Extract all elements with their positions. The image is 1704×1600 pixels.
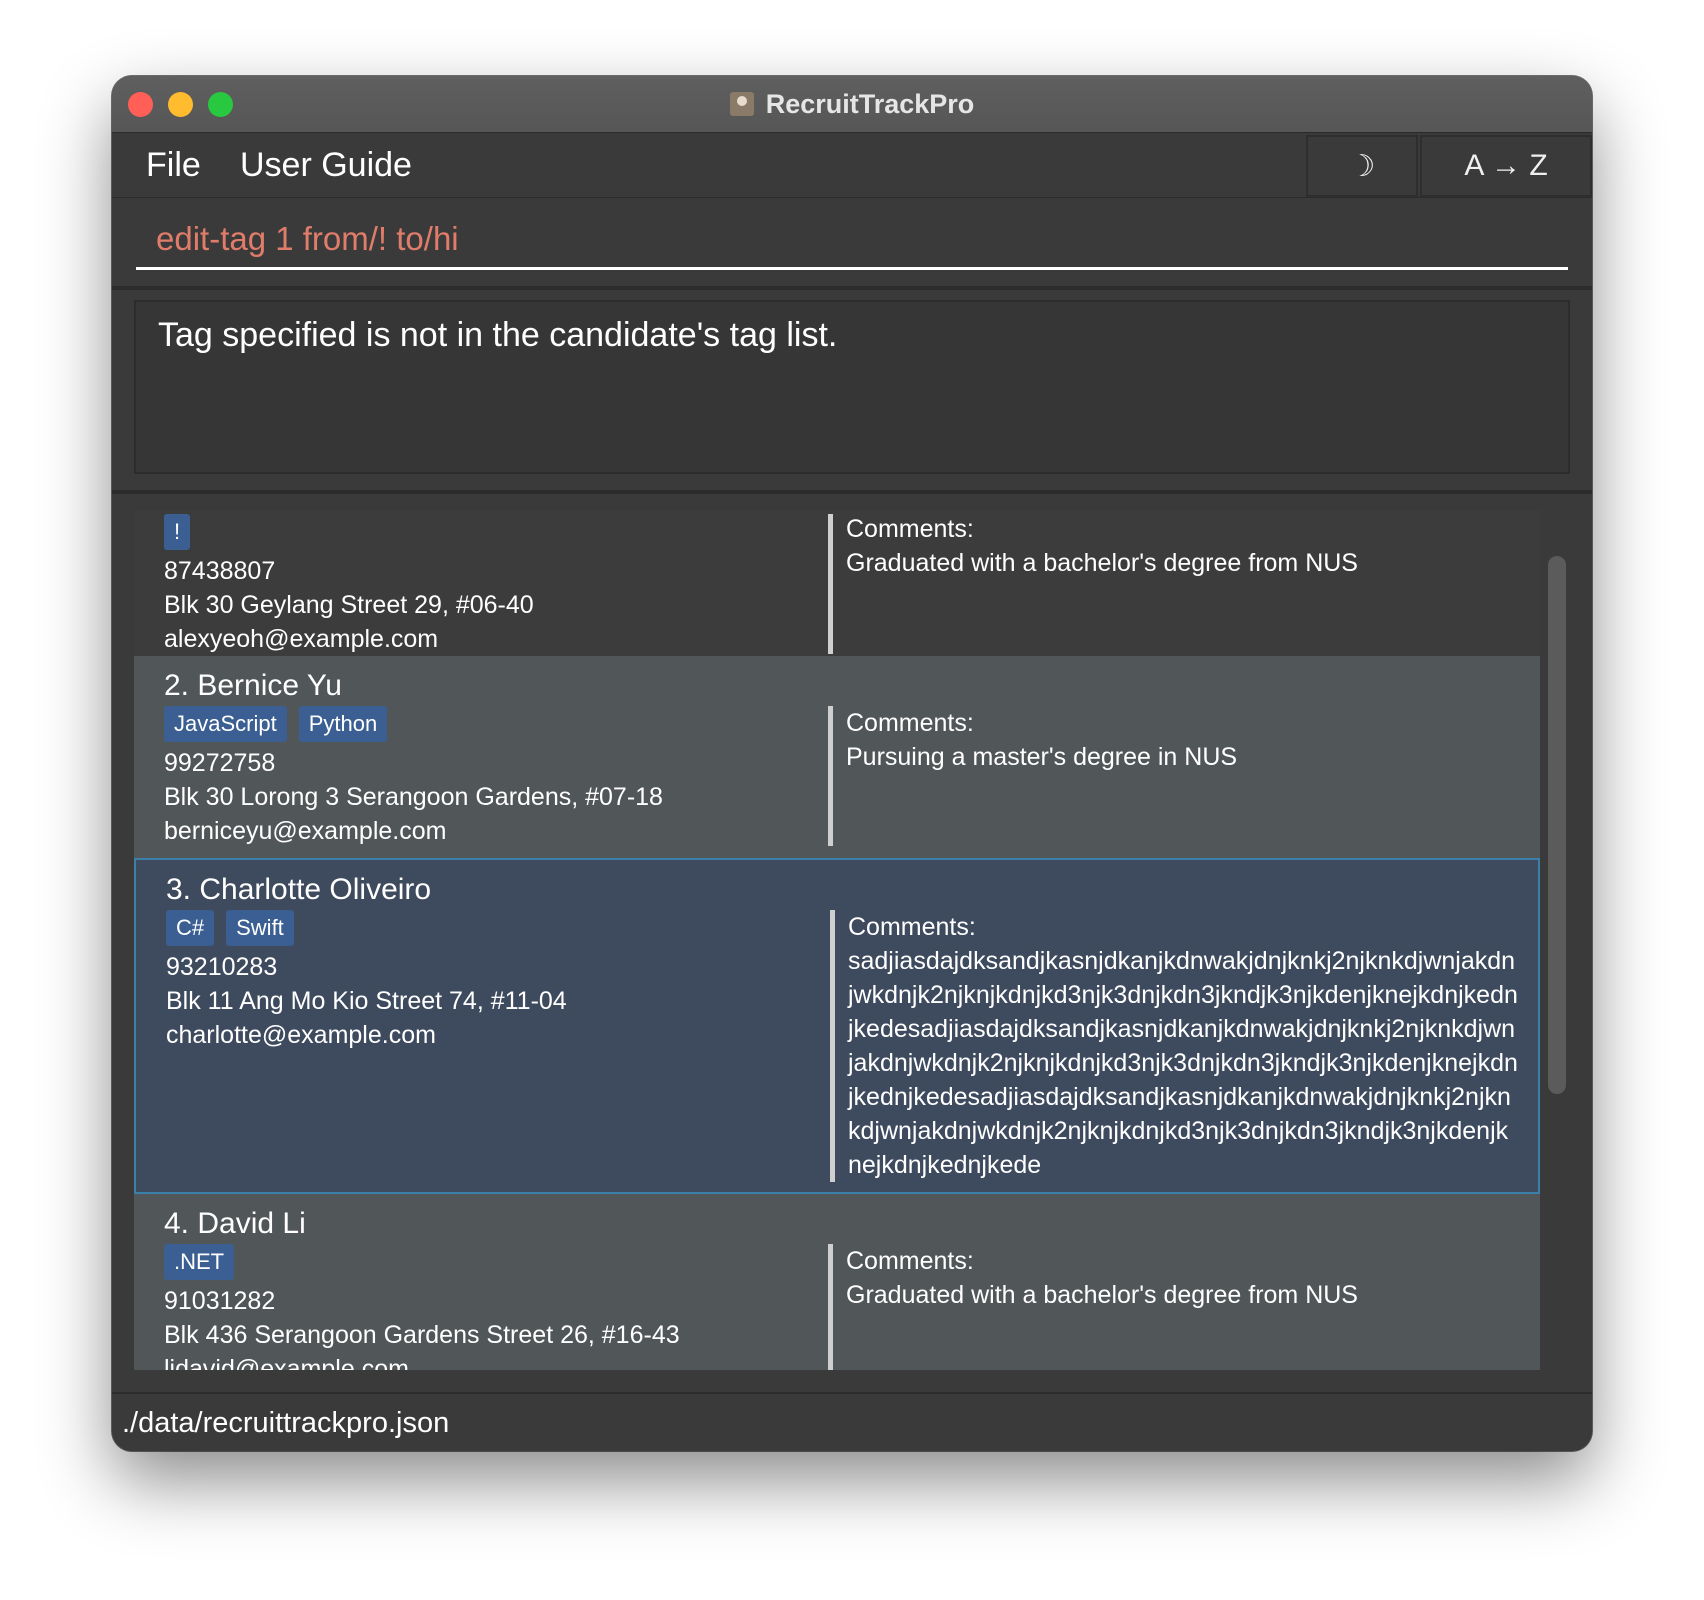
tag-list: .NET xyxy=(164,1244,824,1284)
phone: 99272758 xyxy=(164,749,276,777)
window-title-text: RecruitTrackPro xyxy=(765,88,975,119)
comments-divider xyxy=(828,1244,833,1370)
comments-label: Comments: xyxy=(846,1247,974,1275)
comments-label: Comments: xyxy=(848,913,976,941)
tag: .NET xyxy=(164,1244,235,1280)
comments-label: Comments: xyxy=(846,709,974,737)
comments-label: Comments: xyxy=(846,515,974,543)
command-input[interactable]: edit-tag 1 from/! to/hi xyxy=(136,208,1568,270)
sort-button-label: A → Z xyxy=(1464,149,1548,182)
tag: Python xyxy=(298,706,388,742)
address: Blk 436 Serangoon Gardens Street 26, #16… xyxy=(164,1321,680,1349)
result-message: Tag specified is not in the candidate's … xyxy=(134,300,1570,474)
tag-list: ! xyxy=(164,514,824,554)
tag-list: JavaScript Python xyxy=(164,706,824,746)
window-title: RecruitTrackPro xyxy=(112,76,1592,132)
app-icon xyxy=(729,92,754,116)
status-bar-file-path: ./data/recruittrackpro.json xyxy=(112,1392,1592,1451)
tag: JavaScript xyxy=(164,706,287,742)
menu-user-guide[interactable]: User Guide xyxy=(240,133,412,197)
command-box: edit-tag 1 from/! to/hi xyxy=(112,198,1592,290)
phone: 93210283 xyxy=(166,953,278,981)
phone: 91031282 xyxy=(164,1287,276,1315)
menu-bar: File User Guide ☽ A → Z xyxy=(112,133,1592,199)
title-bar: RecruitTrackPro xyxy=(112,76,1592,133)
candidate-card[interactable]: 4. David Li .NET 91031282 Blk 436 Serang… xyxy=(134,1194,1540,1370)
candidate-name: 3. Charlotte Oliveiro xyxy=(166,873,432,906)
candidate-name: 4. David Li xyxy=(164,1207,306,1240)
email: berniceyu@example.com xyxy=(164,817,447,845)
result-display: Tag specified is not in the candidate's … xyxy=(112,290,1592,494)
candidate-list-panel: ! 87438807 Blk 30 Geylang Street 29, #06… xyxy=(112,494,1592,1382)
comments-text: Pursuing a master's degree in NUS xyxy=(846,743,1238,771)
app-window: RecruitTrackPro File User Guide ☽ A → Z … xyxy=(112,76,1592,1451)
theme-toggle-button[interactable]: ☽ xyxy=(1306,135,1418,197)
comments-text: Graduated with a bachelor's degree from … xyxy=(846,1281,1358,1309)
email: charlotte@example.com xyxy=(166,1021,436,1049)
sort-button[interactable]: A → Z xyxy=(1420,135,1592,197)
candidate-card[interactable]: ! 87438807 Blk 30 Geylang Street 29, #06… xyxy=(134,510,1540,656)
comments-divider xyxy=(830,910,835,1182)
tag: Swift xyxy=(226,910,294,946)
email: alexyeoh@example.com xyxy=(164,625,439,653)
address: Blk 30 Geylang Street 29, #06-40 xyxy=(164,591,534,619)
candidate-list[interactable]: ! 87438807 Blk 30 Geylang Street 29, #06… xyxy=(134,510,1540,1370)
comments-text: sadjiasdajdksandjkasnjdkanjkdnwakjdnjknk… xyxy=(848,947,1518,1179)
comments-divider xyxy=(828,706,833,846)
moon-icon: ☽ xyxy=(1348,149,1376,183)
address: Blk 11 Ang Mo Kio Street 74, #11-04 xyxy=(166,987,567,1015)
list-scrollbar-thumb[interactable] xyxy=(1548,556,1566,1094)
address: Blk 30 Lorong 3 Serangoon Gardens, #07-1… xyxy=(164,783,663,811)
menu-file[interactable]: File xyxy=(146,133,201,197)
comments-divider xyxy=(828,514,833,654)
phone: 87438807 xyxy=(164,557,276,585)
tag: ! xyxy=(164,514,191,550)
tag: C# xyxy=(166,910,215,946)
candidate-card-selected[interactable]: 3. Charlotte Oliveiro C# Swift 93210283 … xyxy=(134,858,1540,1194)
email: lidavid@example.com xyxy=(164,1355,409,1370)
comments-text: Graduated with a bachelor's degree from … xyxy=(846,549,1358,577)
candidate-card[interactable]: 2. Bernice Yu JavaScript Python 99272758… xyxy=(134,656,1540,858)
candidate-name: 2. Bernice Yu xyxy=(164,669,342,702)
tag-list: C# Swift xyxy=(166,910,826,950)
